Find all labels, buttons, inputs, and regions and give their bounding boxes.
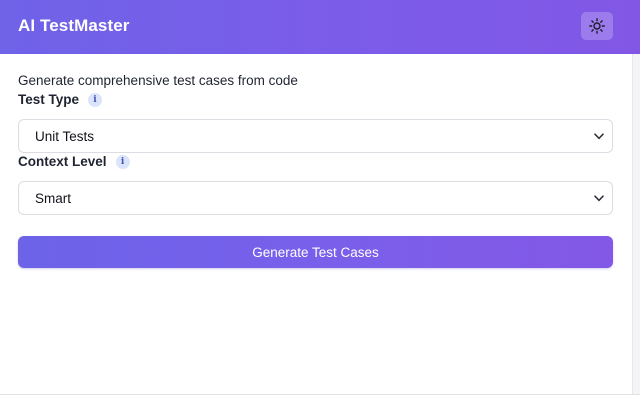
app-window: AI TestMaster Generate comprehensive tes… <box>0 0 640 400</box>
theme-toggle-button[interactable] <box>581 12 613 40</box>
chevron-down-icon <box>593 131 604 142</box>
generate-test-cases-button[interactable]: Generate Test Cases <box>18 236 613 268</box>
app-header: AI TestMaster <box>0 0 640 54</box>
context-level-label: Context Level <box>18 154 107 169</box>
page-subtitle: Generate comprehensive test cases from c… <box>18 73 298 88</box>
context-level-label-row: Context Level i <box>18 154 130 169</box>
scrollbar[interactable] <box>632 54 640 394</box>
test-type-label: Test Type <box>18 92 80 107</box>
test-type-selected-value: Unit Tests <box>35 128 95 144</box>
test-type-label-row: Test Type i <box>18 92 103 107</box>
bottom-divider <box>0 394 640 395</box>
context-level-select[interactable]: Smart <box>18 181 613 215</box>
context-level-selected-value: Smart <box>35 190 72 206</box>
context-level-info-icon[interactable]: i <box>115 154 130 169</box>
chevron-down-icon <box>593 193 604 204</box>
test-type-info-icon[interactable]: i <box>88 92 103 107</box>
app-title: AI TestMaster <box>18 16 130 35</box>
test-type-select[interactable]: Unit Tests <box>18 119 613 153</box>
sun-icon <box>589 18 605 34</box>
